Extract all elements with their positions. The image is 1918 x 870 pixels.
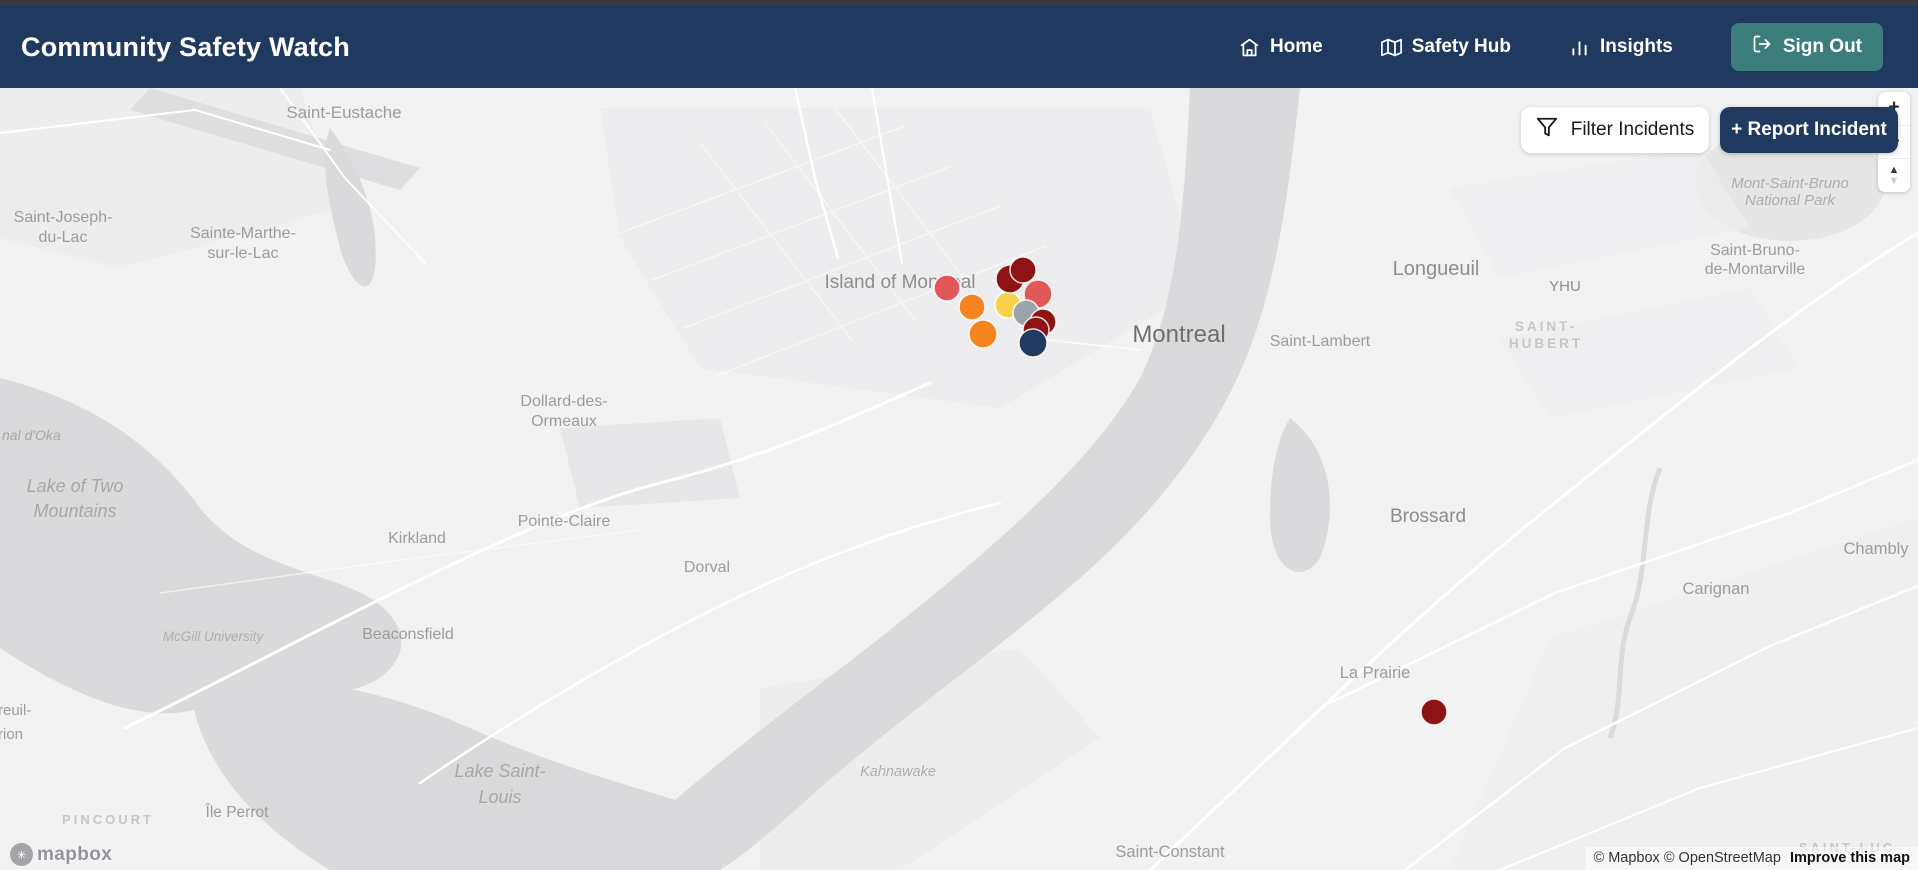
- map-canvas[interactable]: Saint-Eustache Saint-Joseph-du-Lac Sainte-…: [0, 88, 1918, 870]
- pitch-toggle-button[interactable]: ▲ ▼: [1878, 159, 1910, 192]
- map-label: de-Montarville: [1705, 261, 1806, 278]
- nav-item-insights[interactable]: Insights: [1569, 36, 1673, 58]
- filter-incidents-label: Filter Incidents: [1570, 119, 1695, 140]
- app-header: Community Safety Watch Home Safety Hub I…: [0, 6, 1918, 88]
- nav-label: Home: [1269, 36, 1323, 57]
- map-label: Beaconsfield: [362, 626, 454, 643]
- incident-marker[interactable]: [1009, 256, 1037, 284]
- bar-chart-icon: [1569, 37, 1590, 58]
- map-label: du-Lac: [39, 229, 88, 246]
- map-label: PINCOURT: [62, 812, 154, 827]
- map-label: Chambly: [1843, 540, 1909, 558]
- log-out-icon: [1752, 34, 1772, 60]
- main-nav: Home Safety Hub Insights Sign Out: [1239, 23, 1883, 71]
- funnel-icon: [1536, 116, 1558, 144]
- map-label: Brossard: [1390, 506, 1466, 527]
- sign-out-label: Sign Out: [1782, 36, 1862, 57]
- map-label: National Park: [1745, 192, 1837, 209]
- map-label: La Prairie: [1340, 664, 1411, 682]
- mapbox-wordmark: mapbox: [37, 843, 113, 865]
- map-label: Mont-Saint-Bruno: [1731, 175, 1849, 192]
- incident-marker[interactable]: [933, 274, 961, 302]
- nav-item-home[interactable]: Home: [1239, 36, 1323, 58]
- improve-map-link[interactable]: Improve this map: [1790, 850, 1910, 866]
- map-label: sur-le-Lac: [207, 245, 278, 262]
- map-label: Ormeaux: [531, 413, 597, 430]
- map-label: Lake Saint-: [454, 761, 545, 781]
- report-incident-button[interactable]: + Report Incident: [1720, 107, 1898, 153]
- mapbox-logo[interactable]: ✳ mapbox: [10, 843, 112, 866]
- map-label: Pointe-Claire: [518, 513, 611, 530]
- map-label: Carignan: [1683, 580, 1750, 598]
- map-label: nal d'Oka: [2, 427, 61, 443]
- map-label: Louis: [478, 787, 521, 807]
- map-label: SAINT-: [1515, 319, 1577, 334]
- page: { "header": { "app_title": "Community Sa…: [0, 0, 1918, 870]
- incident-marker[interactable]: [1018, 328, 1048, 358]
- home-icon: [1239, 37, 1260, 58]
- map-label: Lake of Two: [27, 476, 124, 496]
- mapbox-logo-icon: ✳: [10, 843, 33, 866]
- incident-marker[interactable]: [1420, 698, 1448, 726]
- map-label: Kahnawake: [860, 764, 936, 780]
- nav-item-safety-hub[interactable]: Safety Hub: [1380, 36, 1511, 58]
- basemap-graphics: Saint-Eustache Saint-Joseph-du-Lac Sainte-…: [0, 88, 1918, 870]
- incident-marker[interactable]: [968, 319, 998, 349]
- map-label: Saint-Bruno-: [1710, 242, 1800, 259]
- map-label: Dollard-des-: [520, 393, 607, 410]
- map-label: HUBERT: [1509, 336, 1583, 351]
- sign-out-button[interactable]: Sign Out: [1730, 23, 1883, 71]
- map-label: rion: [0, 726, 23, 743]
- filter-incidents-button[interactable]: Filter Incidents: [1521, 107, 1709, 153]
- map-attribution: © Mapbox © OpenStreetMap Improve this ma…: [1585, 847, 1918, 870]
- map-label: Montreal: [1132, 321, 1225, 348]
- nav-label: Insights: [1600, 36, 1673, 57]
- map-icon: [1380, 37, 1402, 58]
- map-label: Mountains: [33, 501, 116, 521]
- incident-marker[interactable]: [958, 293, 986, 321]
- map-label: reuil-: [0, 702, 31, 719]
- map-label: Dorval: [684, 559, 730, 576]
- map-label: Île Perrot: [205, 804, 270, 821]
- map-label: Saint-Constant: [1115, 843, 1225, 861]
- map-label: Saint-Joseph-: [14, 209, 113, 226]
- map-label: Kirkland: [388, 530, 446, 547]
- map-label: McGill University: [163, 629, 265, 644]
- arrow-down-icon: ▼: [1888, 174, 1900, 187]
- map-label: YHU: [1549, 278, 1581, 295]
- map-label: Longueuil: [1393, 258, 1480, 280]
- map-label: Sainte-Marthe-: [190, 225, 296, 242]
- map-label: Saint-Eustache: [286, 103, 401, 122]
- app-title: Community Safety Watch: [21, 31, 350, 62]
- map-label: Saint-Lambert: [1270, 333, 1371, 350]
- nav-label: Safety Hub: [1411, 36, 1511, 57]
- attribution-text: © Mapbox © OpenStreetMap: [1593, 850, 1781, 866]
